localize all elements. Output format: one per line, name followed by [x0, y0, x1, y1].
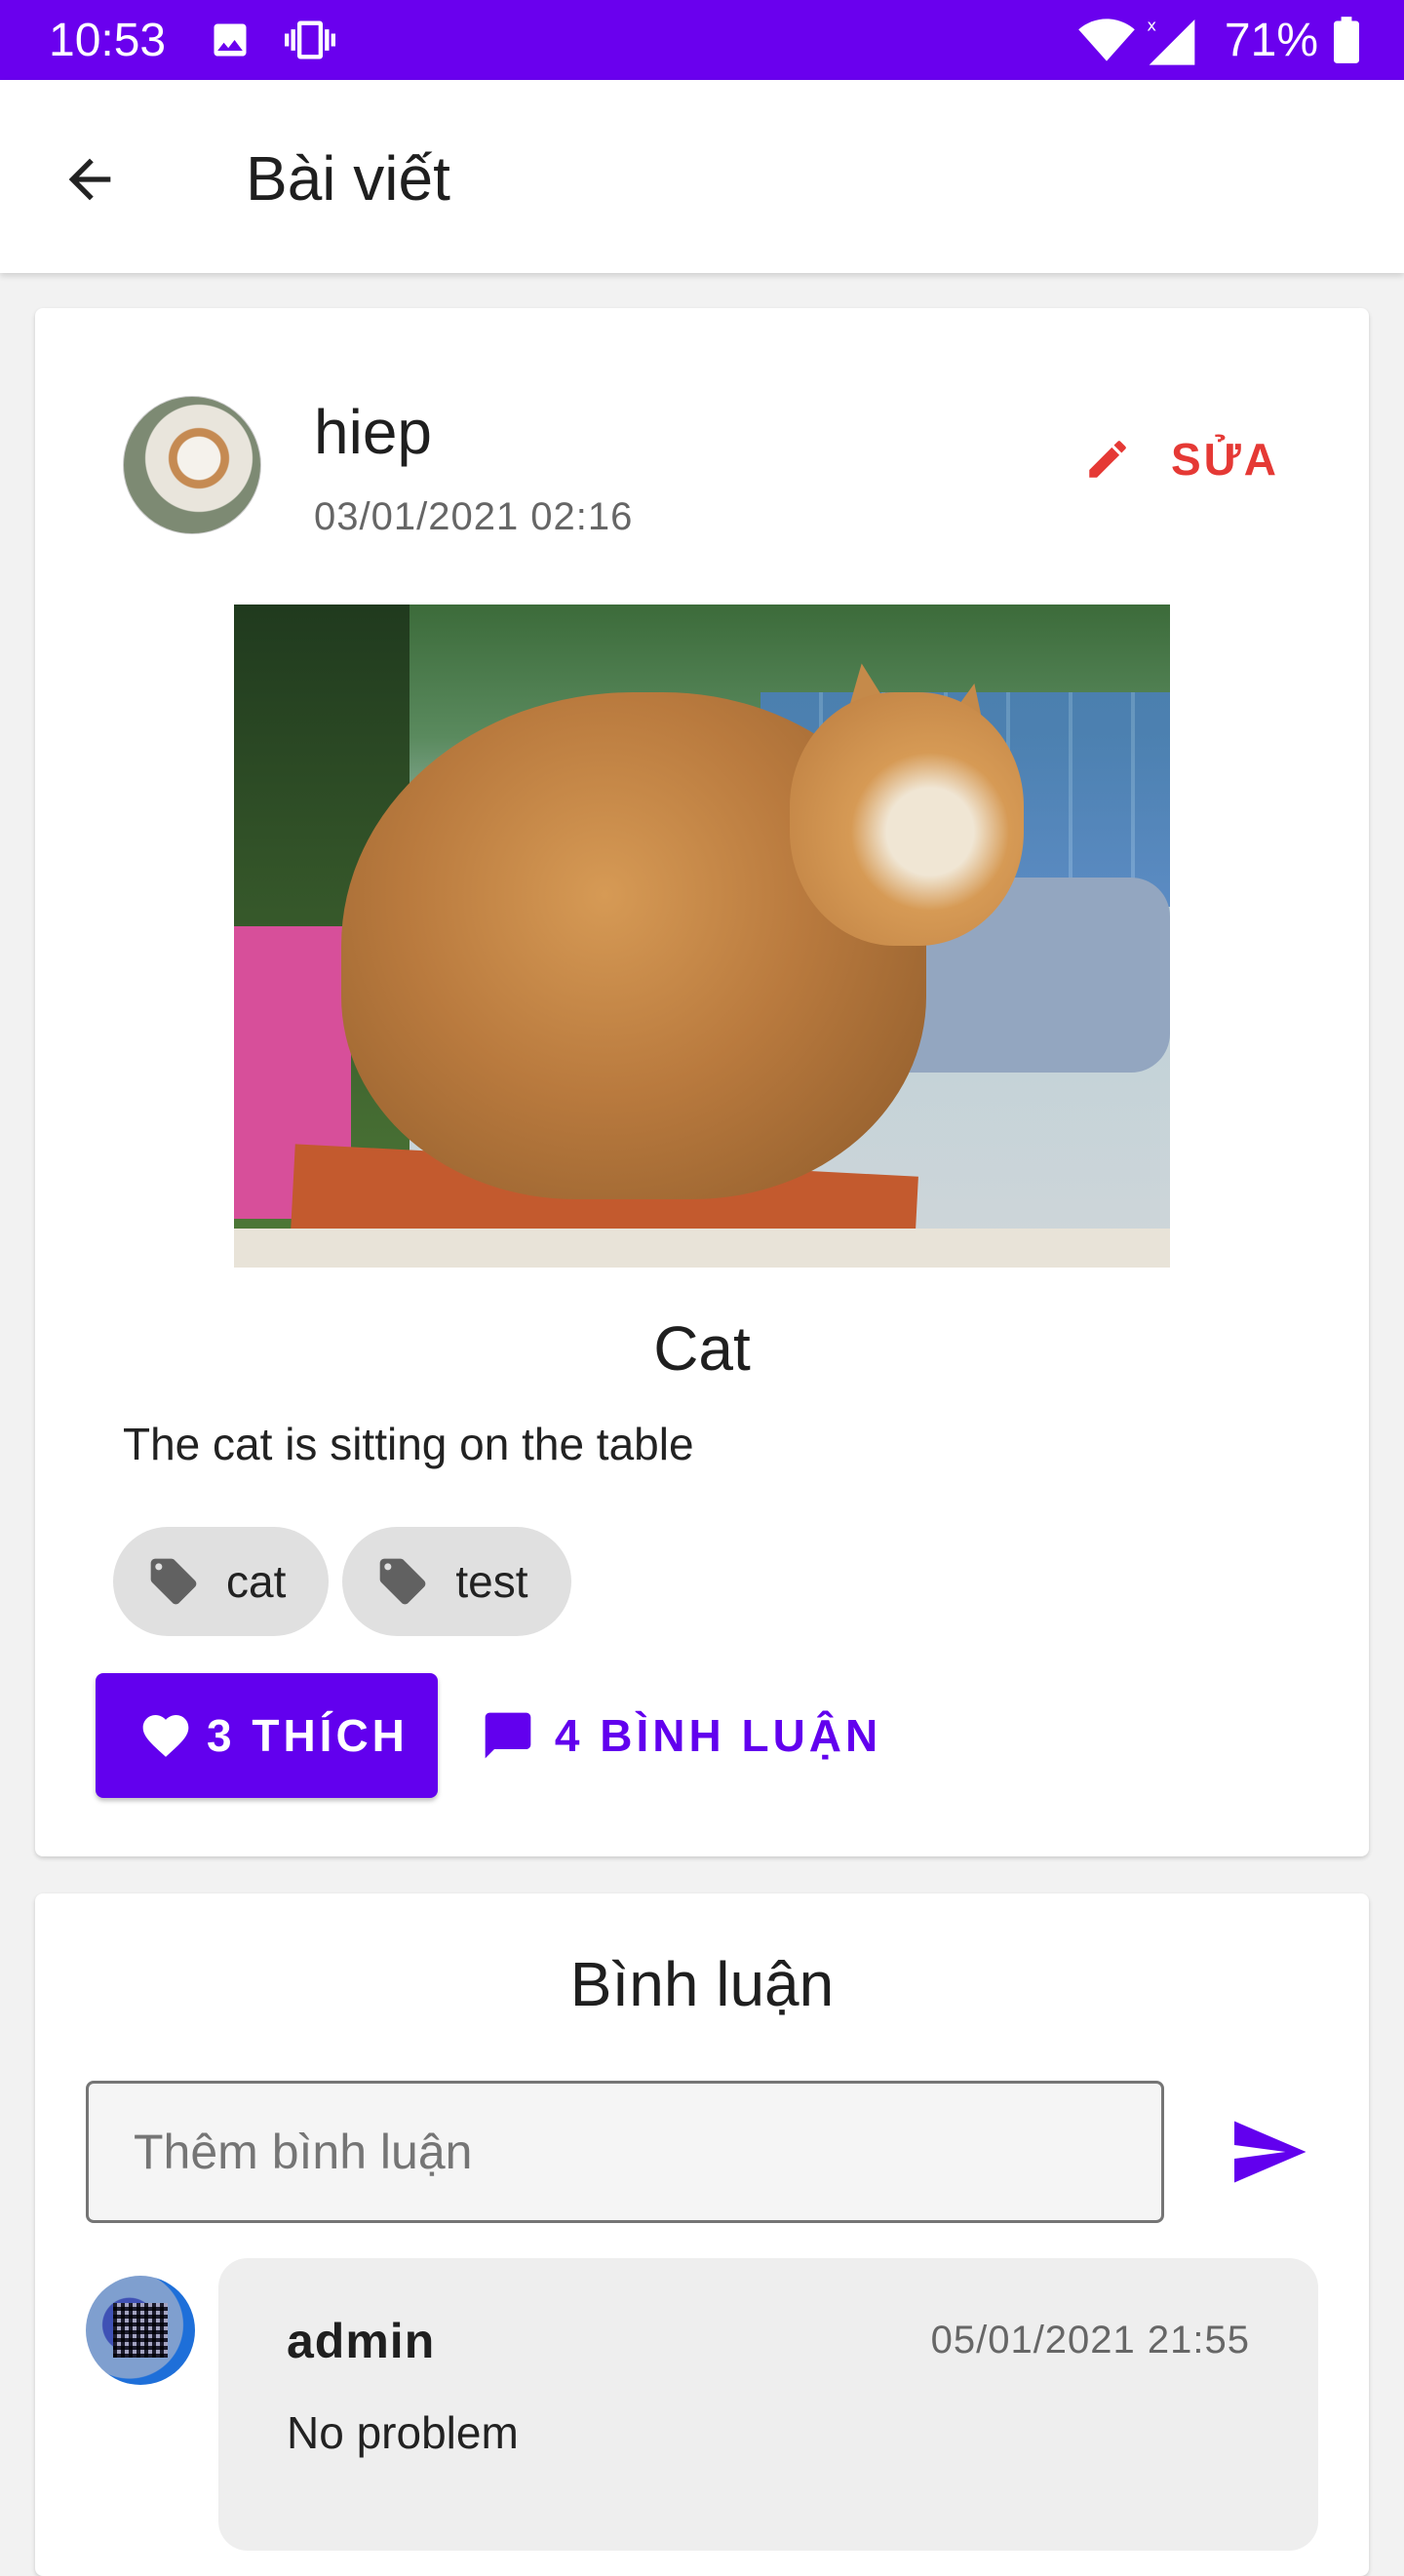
author-avatar[interactable]	[123, 396, 261, 534]
tag-label: test	[455, 1556, 528, 1607]
post-actions: 3 THÍCH 4 BÌNH LUẬN	[96, 1673, 881, 1798]
like-button[interactable]: 3 THÍCH	[96, 1673, 438, 1798]
image-icon	[209, 19, 252, 61]
svg-text:x: x	[1147, 17, 1156, 35]
comment-bubble: admin 05/01/2021 21:55 No problem	[218, 2258, 1318, 2551]
tag-label: cat	[226, 1556, 287, 1607]
back-button[interactable]	[55, 144, 125, 215]
page-title: Bài viết	[246, 143, 450, 214]
wifi-icon	[1078, 17, 1135, 63]
signal-icon: x	[1145, 15, 1199, 65]
post-title: Cat	[653, 1313, 751, 1384]
comments-heading: Bình luận	[569, 1949, 835, 2019]
heart-icon	[142, 1715, 189, 1757]
tag-chip-test[interactable]: test	[342, 1527, 571, 1636]
comment-icon	[485, 1712, 531, 1759]
comments-card: Bình luận admin 05/01/2021 21:55 No prob…	[35, 1893, 1369, 2576]
pencil-icon	[1089, 441, 1126, 478]
status-bar: 10:53 x 71%	[0, 0, 1404, 80]
edit-button[interactable]: SỬA	[1083, 433, 1279, 486]
like-label: 3 THÍCH	[207, 1710, 409, 1761]
post-date: 03/01/2021 02:16	[314, 495, 634, 538]
battery-icon	[1334, 17, 1359, 63]
post-card: hiep 03/01/2021 02:16 SỬA Cat The cat is…	[35, 308, 1369, 1856]
arrow-back-icon	[68, 158, 111, 201]
battery-percent: 71%	[1224, 14, 1318, 66]
tag-icon	[150, 1558, 197, 1605]
send-button[interactable]	[1215, 2098, 1322, 2205]
comments-label: 4 BÌNH LUẬN	[554, 1710, 882, 1761]
status-time: 10:53	[49, 14, 167, 66]
tag-chip-cat[interactable]: cat	[113, 1527, 330, 1636]
phone-vibrate-icon	[285, 15, 336, 65]
comment-text: No problem	[287, 2407, 519, 2458]
edit-label: SỬA	[1170, 434, 1279, 485]
tag-list: cat test	[113, 1527, 571, 1636]
post-author[interactable]: hiep	[314, 396, 432, 468]
comment-input[interactable]	[86, 2081, 1164, 2223]
comment-author[interactable]: admin	[287, 2313, 435, 2369]
post-image[interactable]	[234, 605, 1170, 1268]
post-description: The cat is sitting on the table	[123, 1419, 694, 1469]
app-bar: Bài viết	[0, 80, 1404, 273]
tag-icon	[380, 1558, 426, 1605]
comments-button[interactable]: 4 BÌNH LUẬN	[481, 1708, 881, 1763]
send-icon	[1234, 2121, 1306, 2183]
comment-avatar[interactable]	[86, 2276, 195, 2385]
comment-date: 05/01/2021 21:55	[930, 2319, 1250, 2361]
